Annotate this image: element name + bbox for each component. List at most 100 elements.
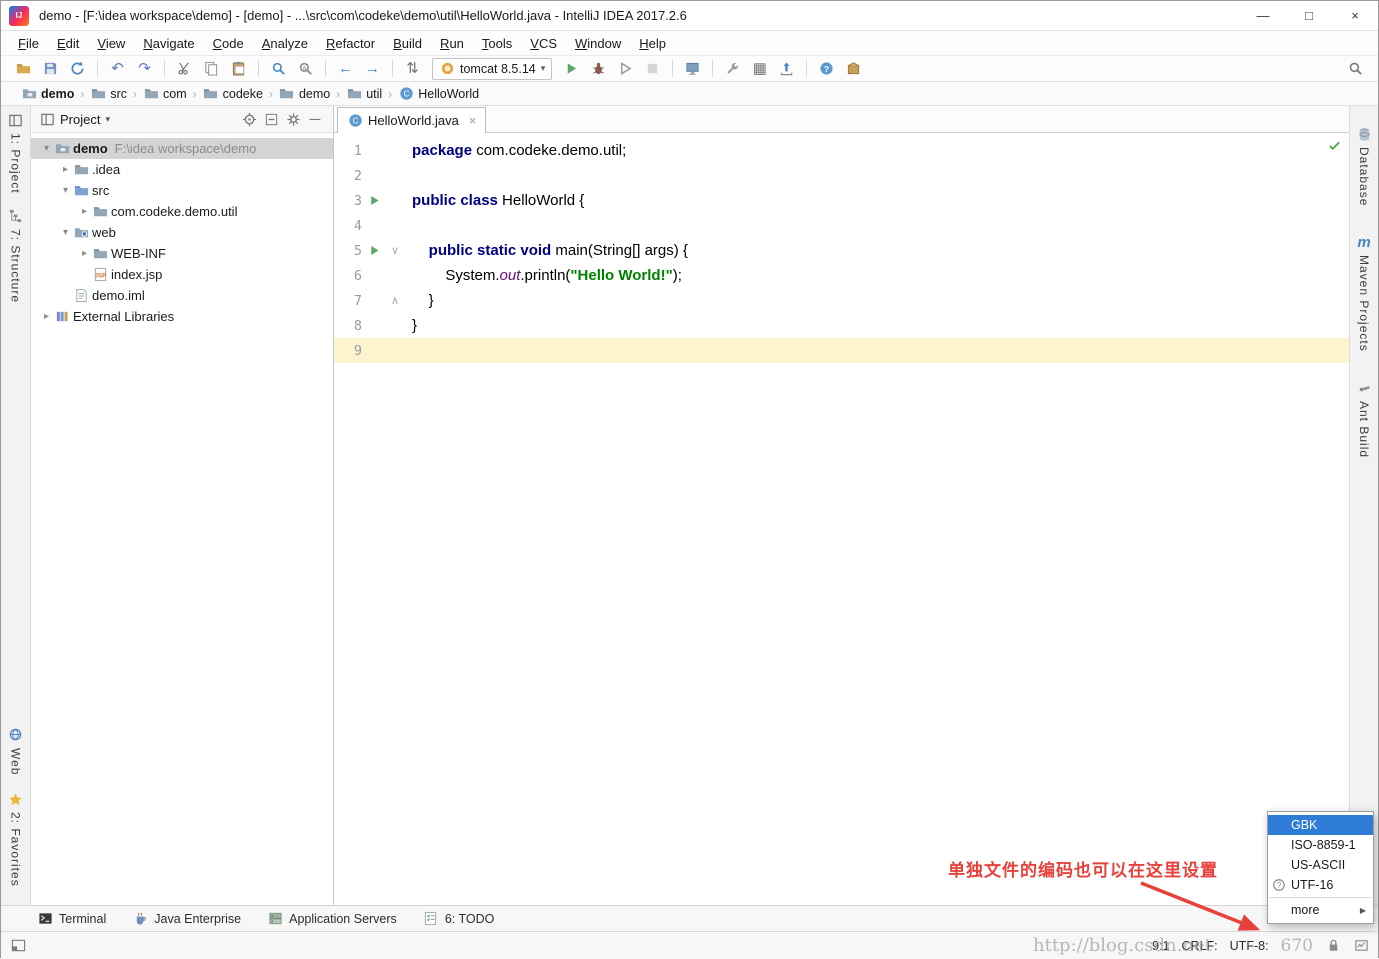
menu-view[interactable]: View [88,33,134,54]
run-config-selector[interactable]: tomcat 8.5.14▾ [432,58,552,80]
package-button[interactable] [841,58,866,80]
menu-run[interactable]: Run [431,33,473,54]
sync-button[interactable] [65,58,90,80]
search-everywhere-button[interactable] [1343,58,1368,80]
chevron-down-icon[interactable]: ▾ [58,185,73,196]
code-editor[interactable]: 1package com.codeke.demo.util;23public c… [334,133,1349,905]
breadcrumb-helloworld-6[interactable]: CHelloWorld [396,86,481,102]
monitor-button[interactable] [680,58,705,80]
encoding-option-us-ascii[interactable]: US-ASCII [1268,855,1373,875]
encoding-option-iso-8859-1[interactable]: ISO-8859-1 [1268,835,1373,855]
tree-item-web-inf[interactable]: ▸WEB-INF [31,243,333,264]
coverage-button[interactable] [613,58,638,80]
code-line-3[interactable]: 3public class HelloWorld { [334,188,1349,213]
stop-button[interactable] [640,58,665,80]
code-line-7[interactable]: 7∧ } [334,288,1349,313]
chevron-right-icon[interactable]: ▸ [58,164,73,175]
encoding-option-gbk[interactable]: GBK [1268,815,1373,835]
replace-button[interactable]: a [293,58,318,80]
breadcrumb-demo-4[interactable]: demo [277,86,332,102]
fold-marker-icon[interactable]: ∧ [386,294,404,307]
encoding-option-more[interactable]: more▶ [1268,900,1373,920]
code-line-8[interactable]: 8} [334,313,1349,338]
tree-item-demo[interactable]: ▾demoF:\idea workspace\demo [31,138,333,159]
tool-button-1-project[interactable]: 1: Project [2,112,30,194]
menu-tools[interactable]: Tools [473,33,521,54]
project-panel-title[interactable]: Project [60,112,100,127]
chevron-down-icon[interactable]: ▾ [39,143,54,154]
debug-button[interactable] [586,58,611,80]
tool-button-2-favorites[interactable]: 2: Favorites [2,791,30,887]
run-line-icon[interactable] [362,194,386,207]
menu-window[interactable]: Window [566,33,630,54]
chevron-down-icon[interactable]: ▾ [58,227,73,238]
export-button[interactable] [774,58,799,80]
encoding-widget[interactable]: UTF-8: [1230,939,1269,953]
tool-window-button-java-enterprise[interactable]: Java Enterprise [132,911,241,927]
menu-refactor[interactable]: Refactor [317,33,384,54]
window-minimize-button[interactable]: — [1240,1,1286,30]
run-button[interactable] [559,58,584,80]
memory-indicator-icon[interactable] [1353,938,1369,954]
menu-edit[interactable]: Edit [48,33,88,54]
help-button[interactable]: ? [814,58,839,80]
window-close-button[interactable]: × [1332,1,1378,30]
chevron-right-icon[interactable]: ▸ [39,311,54,322]
run-line-icon[interactable] [362,244,386,257]
forward-button[interactable]: → [360,58,385,80]
paste-button[interactable] [226,58,251,80]
save-button[interactable] [38,58,63,80]
chevron-right-icon[interactable]: ▸ [77,248,92,259]
inspection-status-icon[interactable] [1327,138,1342,153]
breadcrumb-util-5[interactable]: util [344,86,384,102]
grid-button[interactable]: ▦ [747,58,772,80]
collapse-button[interactable] [261,111,281,127]
target-button[interactable] [239,111,259,127]
editor-tab-helloworld[interactable]: C HelloWorld.java × [337,107,486,133]
wrench-button[interactable] [720,58,745,80]
tool-button-web[interactable]: Web [8,727,24,775]
gear-button[interactable] [283,111,303,127]
code-line-9[interactable]: 9 [334,338,1349,363]
open-button[interactable] [11,58,36,80]
tool-window-button-6-todo[interactable]: 6: TODO [423,911,495,927]
tree-item-demo-iml[interactable]: demo.iml [31,285,333,306]
window-maximize-button[interactable]: □ [1286,1,1332,30]
code-line-5[interactable]: 5∨ public static void main(String[] args… [334,238,1349,263]
tree-item-idea[interactable]: ▸.idea [31,159,333,180]
encoding-option-utf-16[interactable]: ?UTF-16 [1268,875,1373,895]
back-button[interactable]: ← [333,58,358,80]
tree-item-external-libraries[interactable]: ▸External Libraries [31,306,333,327]
menu-help[interactable]: Help [630,33,675,54]
tool-button-7-structure[interactable]: 7: Structure [2,208,30,303]
tool-button-database[interactable]: Database [1356,126,1372,206]
breadcrumb-com-2[interactable]: com [141,86,189,102]
tree-item-web[interactable]: ▾web [31,222,333,243]
cut-button[interactable] [172,58,197,80]
hide-button[interactable]: ─ [305,111,325,127]
menu-analyze[interactable]: Analyze [253,33,317,54]
menu-navigate[interactable]: Navigate [134,33,203,54]
tool-window-button-application-servers[interactable]: Application Servers [267,911,397,927]
tree-item-com-codeke-demo-util[interactable]: ▸com.codeke.demo.util [31,201,333,222]
breadcrumb-codeke-3[interactable]: codeke [201,86,265,102]
menu-code[interactable]: Code [204,33,253,54]
chevron-right-icon[interactable]: ▸ [77,206,92,217]
chevron-down-icon[interactable]: ▾ [105,114,110,125]
code-line-6[interactable]: 6 System.out.println("Hello World!"); [334,263,1349,288]
breadcrumb-demo-0[interactable]: demo [19,86,76,102]
breadcrumb-src-1[interactable]: src [88,86,129,102]
sort-lines-button[interactable]: ⇅ [400,58,425,80]
toggle-tool-windows-icon[interactable] [10,938,26,954]
tab-close-icon[interactable]: × [469,113,477,128]
fold-marker-icon[interactable]: ∨ [386,244,404,257]
menu-file[interactable]: File [9,33,48,54]
find-button[interactable] [266,58,291,80]
code-line-2[interactable]: 2 [334,163,1349,188]
code-line-1[interactable]: 1package com.codeke.demo.util; [334,138,1349,163]
redo-button[interactable]: ↷ [132,58,157,80]
tool-button-maven-projects[interactable]: mMaven Projects [1356,234,1372,352]
tool-button-ant-build[interactable]: Ant Build [1356,380,1372,458]
tree-item-index-jsp[interactable]: JSPindex.jsp [31,264,333,285]
copy-button[interactable] [199,58,224,80]
